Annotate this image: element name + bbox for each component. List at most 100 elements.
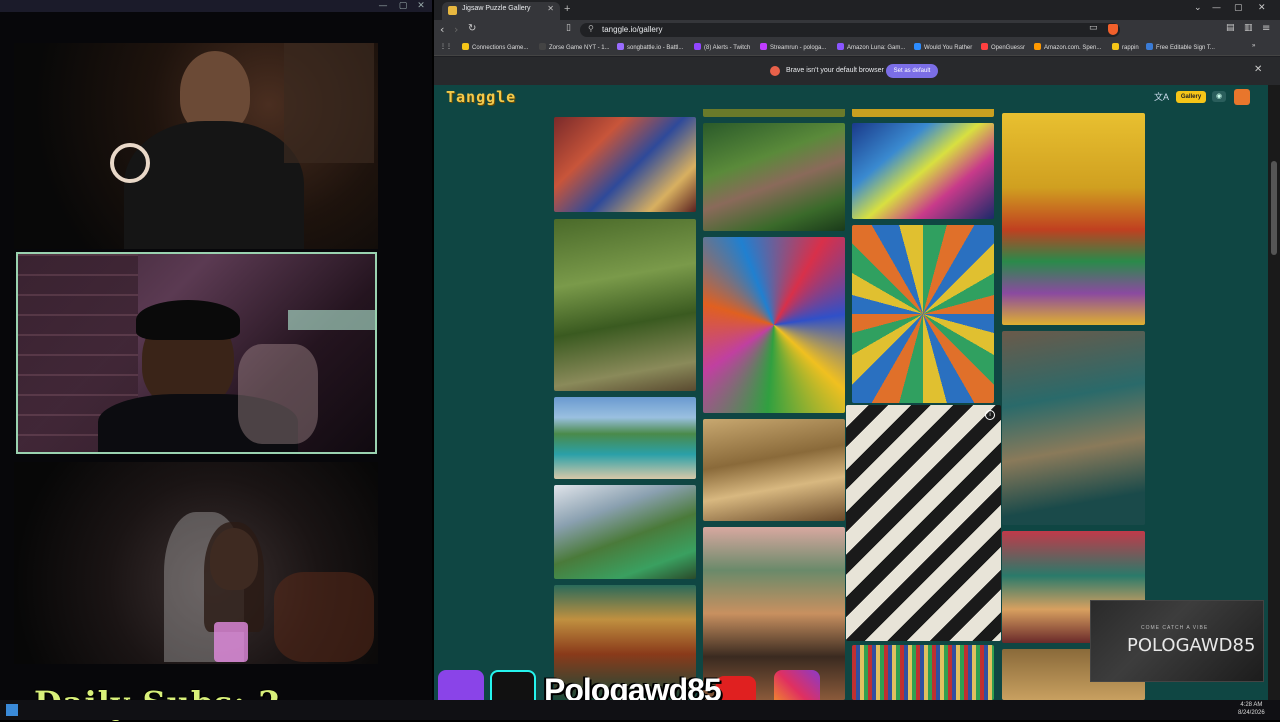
bookmark-favicon-icon xyxy=(837,43,844,50)
bookmarks-bar: ⋮⋮ Connections Game... Zorse Game NYT - … xyxy=(434,40,1280,56)
bookmark-item[interactable]: Zorse Game NYT - 1... xyxy=(539,43,610,51)
extensions-icon[interactable]: ▤ xyxy=(1226,23,1235,33)
puzzle-thumbnail[interactable]: i xyxy=(846,405,1001,641)
puzzle-thumbnail[interactable] xyxy=(852,225,994,403)
puzzle-thumbnail[interactable] xyxy=(554,219,696,391)
tab-jigsaw-gallery[interactable]: Jigsaw Puzzle Gallery ✕ xyxy=(442,2,560,20)
start-icon[interactable] xyxy=(6,704,18,716)
user-avatar[interactable] xyxy=(1234,89,1250,105)
forward-icon[interactable]: › xyxy=(454,23,458,36)
bookmark-label: OpenGuessr xyxy=(991,45,1026,51)
bookmark-item[interactable]: Would You Rather xyxy=(914,43,972,51)
puzzle-thumbnail[interactable] xyxy=(1002,113,1145,325)
close-button[interactable]: ✕ xyxy=(414,0,428,12)
default-browser-infobar: Brave isn't your default browser Set as … xyxy=(434,57,1280,85)
url-text: tanggle.io/gallery xyxy=(602,25,663,34)
bookmark-favicon-icon xyxy=(981,43,988,50)
page-scrollbar[interactable] xyxy=(1268,85,1280,700)
cast-icon[interactable]: ▭ xyxy=(1089,23,1098,33)
site-info-icon[interactable]: ⚲ xyxy=(588,24,594,33)
streamer-name-card: COME CATCH A VIBE POLOGAWD85 xyxy=(1090,600,1264,682)
bookmark-favicon-icon xyxy=(617,43,624,50)
bookmark-label: Amazon Luna: Gam... xyxy=(847,45,906,51)
card-tagline: COME CATCH A VIBE xyxy=(1141,625,1209,631)
bookmark-label: Would You Rather xyxy=(924,45,973,51)
apps-icon[interactable]: ⋮⋮ xyxy=(440,43,452,50)
address-bar[interactable]: ⚲ tanggle.io/gallery xyxy=(580,23,1120,37)
tab-close-icon[interactable]: ✕ xyxy=(547,4,554,13)
maximize-button[interactable]: ▢ xyxy=(1234,3,1243,13)
bookmark-label: Amazon.com. Spen... xyxy=(1044,45,1102,51)
webcam-feed-2 xyxy=(16,252,377,454)
minimize-button[interactable]: — xyxy=(1212,3,1221,13)
bookmark-label: Zorse Game NYT - 1... xyxy=(549,45,610,51)
toolbar: ‹ › ↻ ▯ ⚲ tanggle.io/gallery ▭ ▤ ▥ ≡ xyxy=(434,20,1280,40)
puzzle-thumbnail[interactable] xyxy=(703,123,845,231)
infobar-close-icon[interactable]: ✕ xyxy=(1254,64,1262,75)
clock-time: 4:28 AM xyxy=(1240,702,1263,708)
bookmark-item[interactable]: Connections Game... xyxy=(462,43,528,51)
bookmark-item[interactable]: OpenGuessr xyxy=(981,43,1025,51)
clock[interactable]: 4:28 AM 8/24/2026 xyxy=(1238,701,1265,717)
bookmark-label: (8) Alerts - Twitch xyxy=(704,45,751,51)
site-header: Tanggle 文A Gallery ◉ xyxy=(434,85,1268,109)
clock-date: 8/24/2026 xyxy=(1238,710,1265,716)
bookmark-item[interactable]: Amazon.com. Spen... xyxy=(1034,43,1101,51)
close-button[interactable]: ✕ xyxy=(1258,3,1266,13)
sidebar-icon[interactable]: ▥ xyxy=(1244,23,1253,33)
bookmark-label: rappin xyxy=(1122,45,1139,51)
puzzle-thumbnail[interactable] xyxy=(554,485,696,579)
bookmark-favicon-icon xyxy=(1112,43,1119,50)
tanggle-favicon-icon xyxy=(448,6,457,15)
stream-camera-pane: — ▢ ✕ Daily Subs: 2 xyxy=(0,0,432,722)
bookmark-favicon-icon xyxy=(1034,43,1041,50)
bookmark-label: Streamrun - pologa... xyxy=(770,45,827,51)
info-icon[interactable]: i xyxy=(985,410,995,420)
new-tab-button[interactable]: + xyxy=(564,3,570,15)
puzzle-thumbnail[interactable] xyxy=(852,645,994,700)
bookmark-favicon-icon xyxy=(462,43,469,50)
webcam-feed-3 xyxy=(14,462,378,664)
tab-search-icon[interactable]: ⌄ xyxy=(1194,3,1202,13)
back-icon[interactable]: ‹ xyxy=(440,23,444,36)
bookmark-favicon-icon xyxy=(760,43,767,50)
bookmark-item[interactable]: rappin xyxy=(1112,43,1139,51)
bookmark-item[interactable]: Streamrun - pologa... xyxy=(760,43,826,51)
card-streamer-name: POLOGAWD85 xyxy=(1127,635,1256,656)
bookmark-favicon-icon xyxy=(694,43,701,50)
windows-taskbar: 4:28 AM 8/24/2026 xyxy=(0,700,1280,720)
bookmark-item[interactable]: (8) Alerts - Twitch xyxy=(694,43,750,51)
bookmark-item[interactable]: songbattle.io - Battl... xyxy=(617,43,683,51)
tab-title: Jigsaw Puzzle Gallery xyxy=(462,5,531,12)
bookmark-item[interactable]: Free Editable Sign T... xyxy=(1146,43,1215,51)
camera-window-titlebar: — ▢ ✕ xyxy=(0,0,432,12)
bookmark-favicon-icon xyxy=(539,43,546,50)
gallery-button[interactable]: Gallery xyxy=(1176,91,1206,103)
scrollbar-thumb[interactable] xyxy=(1271,161,1277,255)
language-icon[interactable]: 文A xyxy=(1154,90,1169,103)
puzzle-thumbnail[interactable] xyxy=(1002,331,1145,525)
discord-icon[interactable]: ◉ xyxy=(1212,91,1226,102)
bookmark-label: songbattle.io - Battl... xyxy=(627,45,684,51)
puzzle-thumbnail[interactable] xyxy=(554,397,696,479)
puzzle-thumbnail[interactable] xyxy=(852,123,994,219)
tanggle-logo[interactable]: Tanggle xyxy=(446,88,516,106)
bookmark-favicon-icon xyxy=(1146,43,1153,50)
set-as-default-button[interactable]: Set as default xyxy=(886,64,938,78)
browser-window: Jigsaw Puzzle Gallery ✕ + ⌄ — ▢ ✕ ‹ › ↻ … xyxy=(434,0,1280,700)
puzzle-thumbnail[interactable] xyxy=(703,237,845,413)
bookmark-label: Connections Game... xyxy=(472,45,529,51)
maximize-button[interactable]: ▢ xyxy=(396,0,410,12)
bookmark-item[interactable]: Amazon Luna: Gam... xyxy=(837,43,905,51)
reload-icon[interactable]: ↻ xyxy=(468,23,476,34)
minimize-button[interactable]: — xyxy=(376,0,390,12)
more-bookmarks-icon[interactable]: » xyxy=(1252,43,1255,49)
brave-logo-icon xyxy=(770,66,780,76)
bookmark-label: Free Editable Sign T... xyxy=(1156,45,1215,51)
webcam-feed-1 xyxy=(14,43,378,249)
menu-icon[interactable]: ≡ xyxy=(1262,23,1270,34)
brave-shields-icon[interactable] xyxy=(1108,24,1118,35)
puzzle-thumbnail[interactable] xyxy=(554,117,696,212)
puzzle-thumbnail[interactable] xyxy=(703,419,845,521)
bookmark-icon[interactable]: ▯ xyxy=(566,23,571,33)
